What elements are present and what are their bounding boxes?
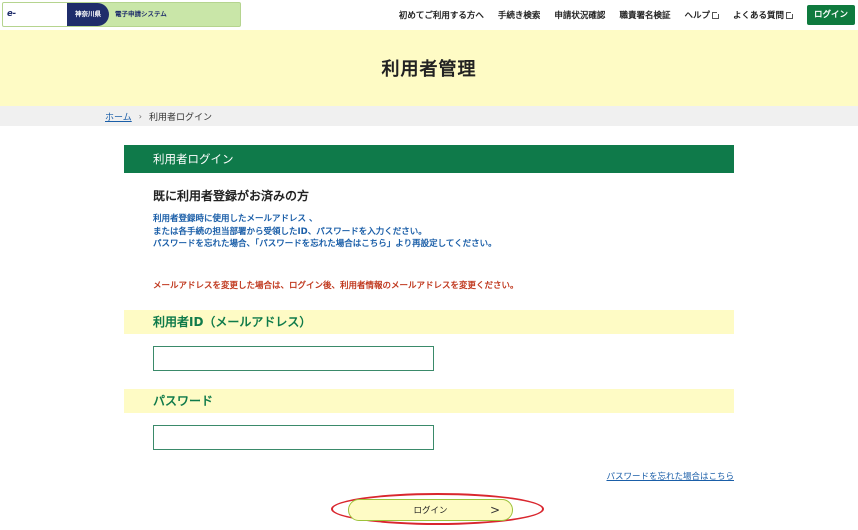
forgot-password-link[interactable]: パスワードを忘れた場合はこちら — [606, 470, 734, 482]
nav-item-signature-verify[interactable]: 職責署名検証 — [619, 9, 670, 21]
nav-item-beginners[interactable]: 初めてご利用する方へ — [399, 9, 484, 21]
breadcrumb-chevron-icon: › — [138, 111, 142, 121]
password-label: パスワード — [124, 389, 734, 413]
instruction-line: または各手続の担当部署から受領したID、パスワードを入力ください。 — [153, 226, 427, 237]
logo-prefecture: 神奈川県 — [67, 3, 109, 26]
page-title: 利用者管理 — [381, 59, 477, 80]
external-link-icon — [785, 10, 794, 19]
user-id-input[interactable] — [153, 346, 434, 371]
breadcrumb-home-link[interactable]: ホーム — [105, 110, 132, 123]
login-submit-button[interactable]: ログイン > — [348, 499, 513, 521]
email-change-warning: メールアドレスを変更した場合は、ログイン後、利用者情報のメールアドレスを変更くだ… — [153, 281, 519, 291]
breadcrumb-current: 利用者ログイン — [148, 112, 212, 123]
logo-system-name: 電子申請システム — [115, 10, 167, 18]
instruction-line: パスワードを忘れた場合、「パスワードを忘れた場合はこちら」より再設定してください… — [153, 239, 497, 249]
login-submit-label: ログイン — [413, 506, 448, 516]
title-band: 利用者管理 — [0, 30, 858, 106]
registered-users-heading: 既に利用者登録がお済みの方 — [153, 189, 310, 203]
logo-main-text: e-KANAGAWA — [3, 3, 69, 26]
global-nav: 初めてご利用する方へ 手続き検索 申請状況確認 職責署名検証 ヘルプ よくある質… — [399, 0, 858, 30]
login-instructions: 利用者登録時に使用したメールアドレス 、 または各手続の担当部署から受領したID… — [153, 213, 497, 251]
site-logo[interactable]: e-KANAGAWA 神奈川県 電子申請システム — [2, 2, 241, 27]
user-id-label: 利用者ID（メールアドレス） — [124, 310, 734, 334]
instruction-line: 利用者登録時に使用したメールアドレス 、 — [153, 214, 318, 224]
header-login-button[interactable]: ログイン — [806, 5, 855, 25]
login-section-header: 利用者ログイン — [124, 145, 734, 173]
nav-item-help[interactable]: ヘルプ — [684, 9, 720, 21]
external-link-icon — [711, 10, 720, 19]
password-input[interactable] — [153, 425, 434, 450]
nav-item-status-check[interactable]: 申請状況確認 — [554, 9, 605, 21]
nav-item-procedure-search[interactable]: 手続き検索 — [498, 9, 541, 21]
site-header: e-KANAGAWA 神奈川県 電子申請システム 初めてご利用する方へ 手続き検… — [0, 0, 858, 30]
chevron-right-icon: > — [489, 503, 500, 517]
nav-item-faq[interactable]: よくある質問 — [733, 9, 794, 21]
breadcrumb: ホーム › 利用者ログイン — [0, 106, 858, 126]
